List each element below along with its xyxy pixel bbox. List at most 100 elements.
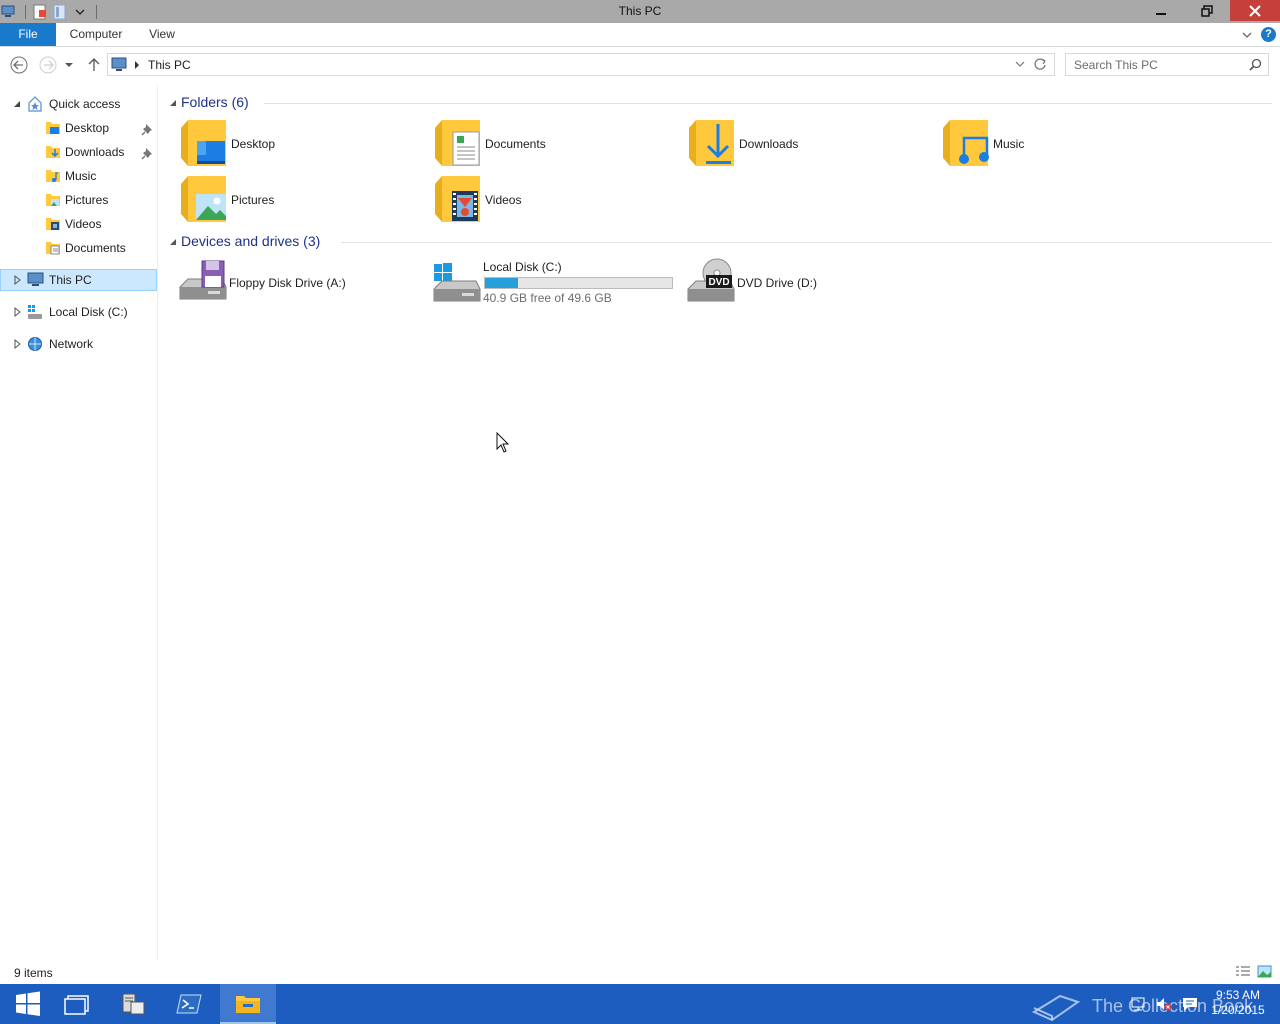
expand-arrow-icon[interactable]	[11, 274, 23, 286]
powershell-icon	[176, 994, 202, 1014]
folder-label: Documents	[485, 137, 546, 151]
drive-label: Floppy Disk Drive (A:)	[229, 276, 346, 290]
sidebar-item-desktop[interactable]: Desktop	[0, 117, 157, 139]
folder-tile-pictures[interactable]: Pictures	[180, 174, 430, 226]
drive-label: Local Disk (C:)	[483, 260, 562, 274]
help-button[interactable]: ?	[1261, 27, 1276, 42]
recent-locations-button[interactable]	[62, 55, 76, 75]
sidebar-item-network[interactable]: Network	[0, 333, 157, 355]
search-input[interactable]	[1066, 54, 1246, 75]
file-explorer-button[interactable]	[220, 984, 276, 1024]
title-bar: This PC	[0, 0, 1280, 23]
expand-arrow-icon[interactable]	[11, 306, 23, 318]
powershell-button[interactable]	[161, 984, 217, 1024]
group-title: Folders (6)	[181, 94, 249, 110]
window-title: This PC	[618, 4, 662, 18]
documents-folder-icon	[435, 120, 480, 166]
expand-arrow-icon[interactable]	[11, 338, 23, 350]
breadcrumb-separator-icon[interactable]	[133, 59, 141, 74]
minimize-button[interactable]	[1138, 0, 1184, 21]
sidebar-item-videos[interactable]: Videos	[0, 213, 157, 235]
collapse-arrow-icon[interactable]	[11, 98, 23, 110]
start-button[interactable]	[0, 984, 56, 1024]
network-icon	[27, 336, 43, 352]
folder-label: Videos	[485, 193, 522, 207]
devices-group-header[interactable]: Devices and drives (3)	[168, 232, 1272, 252]
ribbon: File Computer View ?	[0, 23, 1280, 47]
videos-folder-icon	[435, 176, 480, 222]
details-view-icon[interactable]	[1235, 965, 1251, 979]
star-icon	[27, 96, 43, 112]
search-box[interactable]	[1065, 53, 1269, 76]
pin-icon[interactable]	[141, 122, 155, 139]
close-button[interactable]	[1230, 0, 1280, 21]
sidebar-item-label: Downloads	[65, 145, 125, 159]
dvd-badge: DVD	[708, 277, 729, 288]
collapse-arrow-icon[interactable]	[168, 97, 178, 111]
chevron-down-icon	[1015, 61, 1025, 67]
file-explorer-icon	[236, 996, 260, 1013]
tab-file[interactable]: File	[0, 23, 56, 46]
sidebar-item-local-disk[interactable]: Local Disk (C:)	[0, 301, 157, 323]
pictures-folder-icon	[45, 192, 61, 208]
action-center-icon	[1183, 998, 1197, 1011]
downloads-folder-icon	[45, 144, 61, 160]
task-view-button[interactable]	[49, 984, 105, 1024]
sidebar-item-label: Pictures	[65, 193, 109, 207]
sidebar-item-label: Videos	[65, 217, 102, 231]
search-icon[interactable]	[1249, 58, 1262, 74]
back-arrow-icon	[10, 56, 28, 74]
server-manager-button[interactable]	[105, 984, 161, 1024]
restore-icon	[1201, 4, 1213, 17]
folder-label: Pictures	[231, 193, 275, 207]
dvd-drive-icon: DVD	[687, 258, 735, 302]
local-disk-icon	[433, 263, 481, 302]
up-button[interactable]	[84, 55, 104, 75]
drive-tile-local-disk[interactable]: Local Disk (C:) 40.9 GB free of 49.6 GB	[432, 257, 682, 309]
large-icons-view-icon[interactable]	[1257, 965, 1273, 979]
folder-tile-desktop[interactable]: Desktop	[180, 118, 430, 170]
breadcrumb[interactable]: This PC	[148, 58, 191, 72]
restore-button[interactable]	[1184, 0, 1230, 21]
folders-group-header[interactable]: Folders (6)	[168, 93, 1272, 113]
tab-computer[interactable]: Computer	[62, 23, 130, 46]
sidebar-item-documents[interactable]: Documents	[0, 237, 157, 259]
forward-button[interactable]	[38, 55, 58, 75]
sidebar-item-label: This PC	[49, 273, 92, 287]
clock-date: 1/20/2015	[1211, 1003, 1265, 1017]
drive-label: DVD Drive (D:)	[737, 276, 817, 290]
sidebar-item-this-pc[interactable]: This PC	[0, 269, 157, 291]
sidebar-item-music[interactable]: Music	[0, 165, 157, 187]
sidebar-item-pictures[interactable]: Pictures	[0, 189, 157, 211]
sidebar-item-quick-access[interactable]: Quick access	[0, 93, 157, 115]
minimize-icon	[1156, 12, 1166, 15]
address-history-button[interactable]	[1014, 58, 1026, 73]
folder-tile-videos[interactable]: Videos	[434, 174, 684, 226]
sidebar-item-label: Desktop	[65, 121, 110, 135]
back-button[interactable]	[9, 55, 29, 75]
close-icon	[1249, 4, 1261, 17]
expand-ribbon-button[interactable]	[1240, 28, 1254, 42]
folder-tile-documents[interactable]: Documents	[434, 118, 684, 170]
clock[interactable]: 9:53 AM 1/20/2015	[1203, 988, 1273, 1018]
pin-icon[interactable]	[141, 146, 155, 163]
sidebar-item-label: Local Disk (C:)	[49, 305, 128, 319]
local-disk-icon	[27, 304, 43, 320]
free-space-text: 40.9 GB free of 49.6 GB	[483, 291, 612, 305]
folder-tile-music[interactable]: Music	[942, 118, 1192, 170]
address-bar[interactable]: This PC	[107, 53, 1055, 76]
drive-tile-dvd[interactable]: DVD DVD Drive (D:)	[686, 257, 936, 309]
sidebar-item-label: Quick access	[49, 97, 121, 111]
action-center-button[interactable]	[1180, 984, 1200, 1024]
floppy-drive-icon	[179, 260, 227, 300]
folder-tile-downloads[interactable]: Downloads	[688, 118, 938, 170]
sidebar-item-downloads[interactable]: Downloads	[0, 141, 157, 163]
volume-tray-button[interactable]	[1154, 984, 1174, 1024]
collapse-arrow-icon[interactable]	[168, 236, 178, 250]
drive-tile-floppy[interactable]: Floppy Disk Drive (A:)	[178, 257, 428, 309]
chevron-down-icon	[1242, 32, 1252, 38]
tab-view[interactable]: View	[140, 23, 184, 46]
network-tray-button[interactable]	[1128, 984, 1148, 1024]
this-pc-icon	[27, 272, 44, 288]
refresh-button[interactable]	[1033, 57, 1047, 74]
